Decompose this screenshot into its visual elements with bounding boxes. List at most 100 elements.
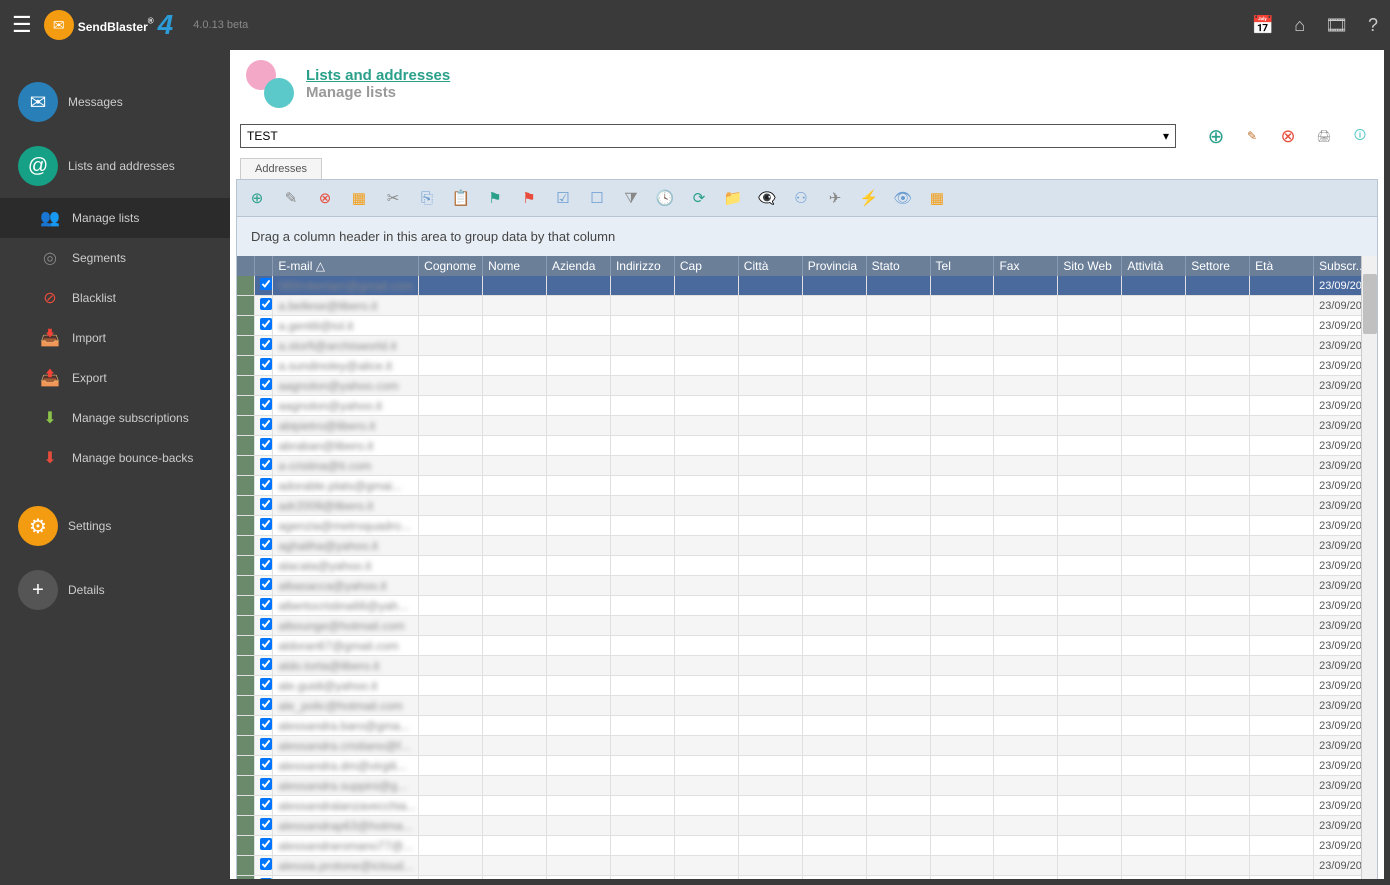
column-header[interactable]: Tel (930, 256, 994, 276)
tab-addresses[interactable]: Addresses (240, 158, 322, 179)
row-checkbox[interactable] (260, 878, 272, 879)
nav-settings[interactable]: ⚙ Settings (0, 494, 230, 558)
nav-segments[interactable]: ◎ Segments (0, 238, 230, 278)
flag-red-button[interactable]: ⚑ (517, 186, 541, 210)
network-button[interactable]: ⚇ (789, 186, 813, 210)
column-header[interactable]: Cognome (419, 256, 483, 276)
filter-button[interactable]: ⧩ (619, 186, 643, 210)
table-row[interactable]: alessandralanzavecchia...23/09/20... (237, 796, 1377, 816)
row-checkbox[interactable] (260, 558, 272, 570)
edit-list-button[interactable]: ✎ (1238, 122, 1266, 150)
column-header[interactable]: Città (738, 256, 802, 276)
delete-row-button[interactable]: ⊗ (313, 186, 337, 210)
row-checkbox[interactable] (260, 438, 272, 450)
table-row[interactable]: ale_polic@hotmail.com23/09/20... (237, 696, 1377, 716)
edit-row-button[interactable]: ✎ (279, 186, 303, 210)
folder-button[interactable]: 📁 (721, 186, 745, 210)
row-checkbox[interactable] (260, 778, 272, 790)
column-header[interactable]: Azienda (547, 256, 611, 276)
delete-list-button[interactable]: ⊗ (1274, 122, 1302, 150)
row-checkbox[interactable] (260, 658, 272, 670)
flag-green-button[interactable]: ⚑ (483, 186, 507, 210)
grid-button[interactable]: ▦ (925, 186, 949, 210)
search-button[interactable]: 👁‍🗨 (755, 186, 779, 210)
nav-manage-lists[interactable]: 👥 Manage lists (0, 198, 230, 238)
row-checkbox[interactable] (260, 758, 272, 770)
column-header[interactable]: Attività (1122, 256, 1186, 276)
table-row[interactable]: aldo.torta@libero.it23/09/20... (237, 656, 1377, 676)
table-row[interactable]: albasacca@yahoo.it23/09/20... (237, 576, 1377, 596)
menu-toggle[interactable]: ☰ (12, 12, 32, 38)
schedule-button[interactable]: 🕓 (653, 186, 677, 210)
table-row[interactable]: a.storfi@archisworld.it23/09/20... (237, 336, 1377, 356)
table-row[interactable]: aagnolon@yahoo.it23/09/20... (237, 396, 1377, 416)
film-icon[interactable]: 🎞 (1325, 15, 1348, 36)
bolt-button[interactable]: ⚡ (857, 186, 881, 210)
row-checkbox[interactable] (260, 398, 272, 410)
row-checkbox[interactable] (260, 838, 272, 850)
row-checkbox[interactable] (260, 578, 272, 590)
eye-button[interactable]: 👁 (891, 186, 915, 210)
table-row[interactable]: alessandraromano77@...23/09/20... (237, 836, 1377, 856)
table-row[interactable]: alacata@yahoo.it23/09/20... (237, 556, 1377, 576)
table-row[interactable]: alessandra.cristiano@f...23/09/20... (237, 736, 1377, 756)
table-row[interactable]: alessia.protone@icloud...23/09/20... (237, 856, 1377, 876)
row-checkbox[interactable] (260, 858, 272, 870)
print-button[interactable]: 🖨 (1310, 122, 1338, 150)
table-row[interactable]: aghaliha@yahoo.it23/09/20... (237, 536, 1377, 556)
calendar-button[interactable]: ▦ (347, 186, 371, 210)
table-row[interactable]: albounge@hotmail.com23/09/20... (237, 616, 1377, 636)
column-header[interactable]: Stato (866, 256, 930, 276)
row-checkbox[interactable] (260, 358, 272, 370)
group-hint[interactable]: Drag a column header in this area to gro… (236, 217, 1378, 256)
column-header[interactable]: Età (1250, 256, 1314, 276)
nav-messages[interactable]: ✉ Messages (0, 70, 230, 134)
row-checkbox[interactable] (260, 638, 272, 650)
copy-button[interactable]: ⎘ (415, 186, 439, 210)
row-checkbox[interactable] (260, 478, 272, 490)
help-icon[interactable]: ? (1368, 15, 1378, 36)
table-row[interactable]: alessandra.baro@gma...23/09/20... (237, 716, 1377, 736)
nav-export[interactable]: 📤 Export (0, 358, 230, 398)
row-checkbox[interactable] (260, 458, 272, 470)
plane-button[interactable]: ✈ (823, 186, 847, 210)
table-row[interactable]: 060robertam@gmail.com23/09/20... (237, 276, 1377, 296)
column-header[interactable]: Provincia (802, 256, 866, 276)
nav-manage-subs[interactable]: ⬇ Manage subscriptions (0, 398, 230, 438)
table-row[interactable]: a.sundinoley@alice.it23/09/20... (237, 356, 1377, 376)
row-checkbox[interactable] (260, 538, 272, 550)
table-row[interactable]: alessandra.suppini@g...23/09/20... (237, 776, 1377, 796)
table-row[interactable]: a.gentili@iol.it23/09/20... (237, 316, 1377, 336)
table-row[interactable]: a-cristina@ti.com23/09/20... (237, 456, 1377, 476)
breadcrumb[interactable]: Lists and addresses (306, 67, 450, 84)
column-header[interactable]: Sito Web (1058, 256, 1122, 276)
list-dropdown[interactable]: TEST ▾ (240, 124, 1176, 148)
table-row[interactable]: alessandra.dm@virgili...23/09/20... (237, 756, 1377, 776)
table-row[interactable]: abraban@libero.it23/09/20... (237, 436, 1377, 456)
cut-button[interactable]: ✂ (381, 186, 405, 210)
table-row[interactable]: alessia-crolla@libero.it23/09/20... (237, 876, 1377, 880)
row-checkbox[interactable] (260, 798, 272, 810)
row-checkbox[interactable] (260, 618, 272, 630)
nav-blacklist[interactable]: ⊘ Blacklist (0, 278, 230, 318)
table-row[interactable]: adr2009@libero.it23/09/20... (237, 496, 1377, 516)
scrollbar[interactable] (1361, 256, 1377, 879)
calendar-icon[interactable]: 📅 (1252, 15, 1274, 36)
table-row[interactable]: abipietro@libero.it23/09/20... (237, 416, 1377, 436)
row-checkbox[interactable] (260, 498, 272, 510)
table-row[interactable]: aagnolon@yahoo.com23/09/20... (237, 376, 1377, 396)
nav-import[interactable]: 📥 Import (0, 318, 230, 358)
table-row[interactable]: a.bellese@libero.it23/09/20... (237, 296, 1377, 316)
row-checkbox[interactable] (260, 318, 272, 330)
row-checkbox[interactable] (260, 718, 272, 730)
table-row[interactable]: adorable.plats@gmai...23/09/20... (237, 476, 1377, 496)
column-header[interactable]: Indirizzo (610, 256, 674, 276)
row-checkbox[interactable] (260, 418, 272, 430)
row-checkbox[interactable] (260, 678, 272, 690)
select-all-button[interactable]: ☑ (551, 186, 575, 210)
column-header[interactable]: Nome (483, 256, 547, 276)
row-checkbox[interactable] (260, 378, 272, 390)
row-checkbox[interactable] (260, 518, 272, 530)
row-checkbox[interactable] (260, 818, 272, 830)
info-button[interactable]: 🛈 (1346, 122, 1374, 150)
